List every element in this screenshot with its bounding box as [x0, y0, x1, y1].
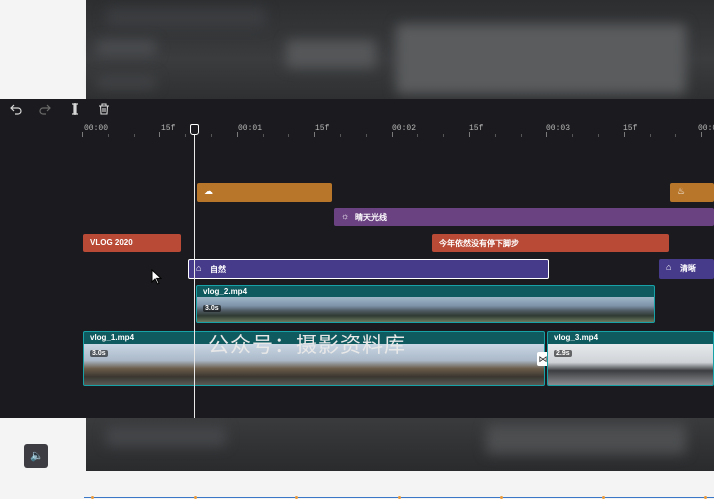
ruler-tick — [520, 134, 522, 137]
ruler-tick — [314, 132, 316, 137]
duration-badge: 3.0s — [90, 350, 108, 357]
time-ruler[interactable]: 00:00 15f 00:01 15f 00:02 15f 00:03 15f … — [82, 123, 714, 137]
text-clip-label: VLOG 2020 — [90, 238, 133, 247]
speaker-icon: 🔈 — [30, 450, 44, 462]
text-clip-label: 今年依然没有停下脚步 — [439, 239, 519, 248]
ruler-label: 00:01 — [238, 124, 263, 133]
timeline-toolbar — [0, 99, 714, 123]
ruler-tick — [288, 134, 290, 137]
ruler-tick — [469, 132, 470, 137]
filter-clip-label: 自然 — [210, 265, 226, 274]
ruler-tick — [340, 134, 341, 137]
ruler-tick — [572, 134, 574, 137]
filter-clip-selected[interactable]: ⌂ 自然 — [188, 259, 549, 279]
effect-clip[interactable]: ☼ 晴天光线 — [334, 208, 714, 226]
ruler-tick — [649, 134, 651, 137]
filter-clip-label: 清晰 — [680, 264, 696, 273]
ruler-label: 15f — [161, 124, 176, 133]
effect-clip-label: 晴天光线 — [355, 213, 387, 222]
filter-clip[interactable]: ⌂ 清晰 — [659, 259, 714, 279]
ruler-tick — [211, 134, 212, 137]
ruler-tick — [107, 134, 109, 137]
ruler-tick — [623, 132, 625, 137]
duration-badge: 3.0s — [203, 305, 221, 312]
video-clip-name: vlog_3.mp4 — [554, 333, 599, 342]
video-clip[interactable]: vlog_3.mp4 2.9s — [547, 331, 714, 386]
ruler-label: 15f — [315, 124, 330, 133]
sticker-clip[interactable]: ♨ — [670, 183, 714, 202]
ruler-tick — [185, 134, 187, 137]
filter-icon: ⌂ — [196, 263, 202, 273]
sticker-icon: ♨ — [677, 186, 686, 196]
ruler-tick — [494, 134, 496, 137]
ruler-tick — [417, 134, 419, 137]
sticker-clip[interactable]: ☁ — [197, 183, 332, 202]
background-app-top — [86, 0, 714, 99]
mouse-cursor-icon — [151, 269, 163, 285]
video-clip-name: vlog_2.mp4 — [203, 287, 248, 296]
background-app-bottom — [86, 418, 714, 471]
ruler-tick — [262, 134, 264, 137]
video-thumbnails — [548, 344, 713, 385]
filter-icon: ⌂ — [666, 262, 672, 272]
split-icon[interactable] — [67, 103, 83, 119]
ruler-label: 15f — [469, 124, 484, 133]
ruler-tick — [82, 132, 83, 137]
playhead-handle[interactable] — [190, 124, 199, 135]
ruler-tick — [701, 132, 703, 137]
video-thumbnails — [197, 297, 654, 322]
duration-badge: 2.9s — [554, 350, 572, 357]
text-clip[interactable]: VLOG 2020 — [83, 234, 181, 252]
redo-icon[interactable] — [37, 103, 53, 119]
undo-icon[interactable] — [8, 103, 24, 119]
ruler-tick — [159, 132, 161, 137]
text-clip[interactable]: 今年依然没有停下脚步 — [432, 234, 669, 252]
ruler-label: 00:02 — [392, 124, 417, 133]
ruler-tick — [365, 134, 367, 137]
sparkle-icon: ☼ — [341, 211, 350, 221]
timeline-panel: 00:00 15f 00:01 15f 00:02 15f 00:03 15f … — [0, 99, 714, 499]
ruler-label: 15f — [623, 124, 638, 133]
ruler-label: 00:03 — [546, 124, 571, 133]
video-clip-name: vlog_1.mp4 — [90, 333, 135, 342]
ruler-tick — [236, 132, 238, 137]
playhead-line[interactable] — [194, 130, 195, 418]
ruler-tick — [391, 132, 393, 137]
ruler-tick — [675, 134, 677, 137]
trash-icon[interactable] — [96, 103, 112, 119]
watermark-text: 公众号：摄影资料库 — [208, 333, 406, 357]
mute-button[interactable]: 🔈 — [24, 444, 48, 468]
ruler-tick — [133, 134, 135, 137]
sticker-icon: ☁ — [204, 186, 213, 196]
video-clip[interactable]: vlog_2.mp4 3.0s — [196, 285, 655, 323]
ruler-tick — [598, 134, 599, 137]
ruler-tick — [546, 132, 548, 137]
ruler-label: 00:00 — [84, 124, 109, 133]
ruler-tick — [443, 134, 445, 137]
